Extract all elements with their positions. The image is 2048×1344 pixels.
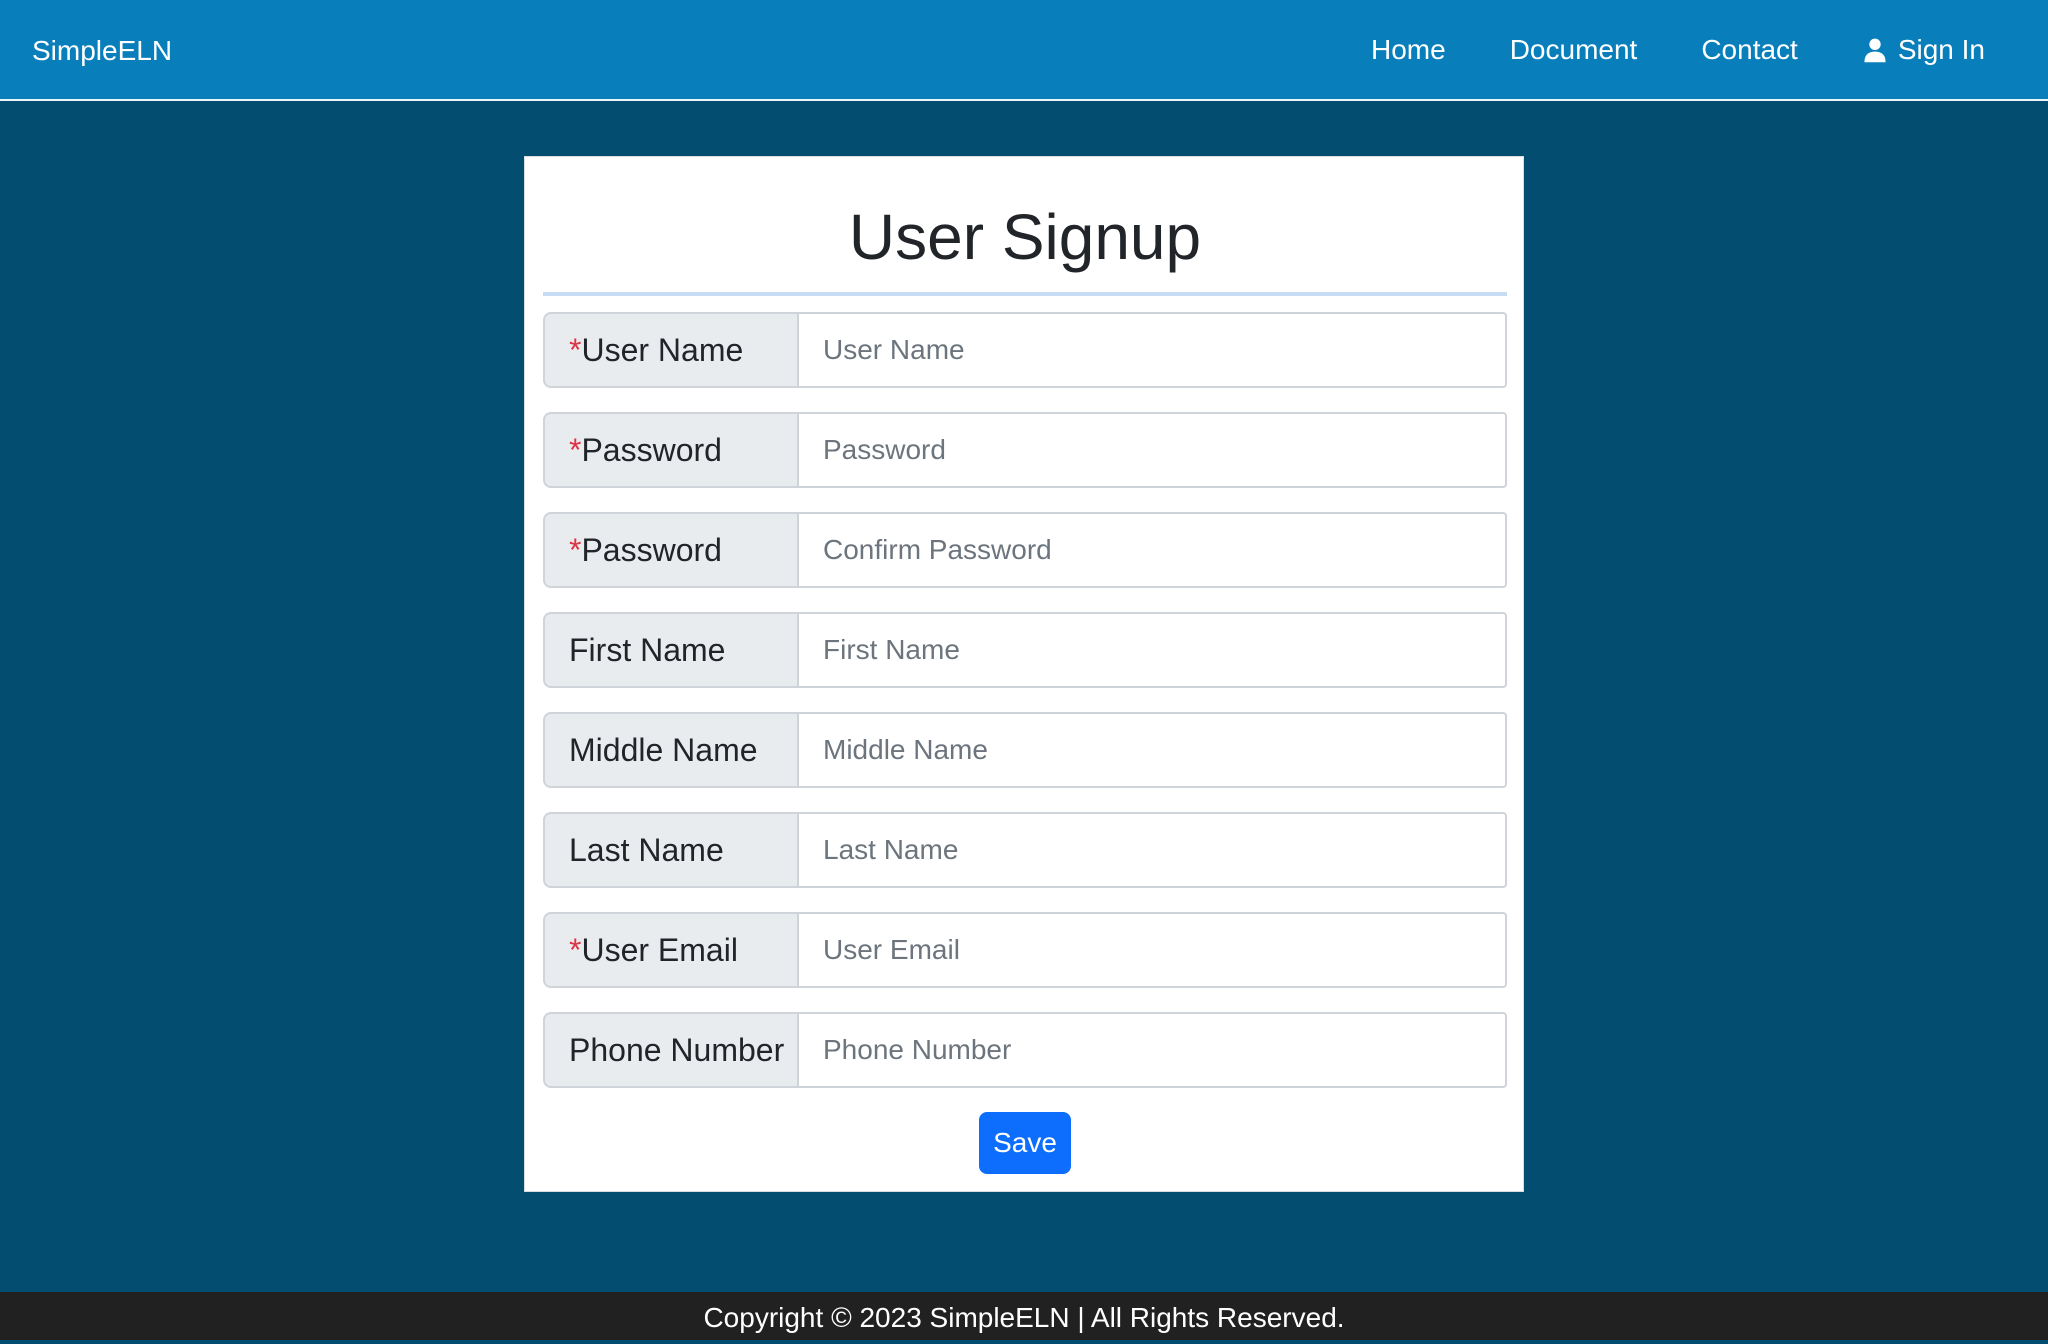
user-name-row: *User Name [543, 312, 1507, 388]
nav-link-sign-in[interactable]: Sign In [1862, 32, 1985, 68]
title-divider [543, 292, 1507, 296]
password-row: *Password [543, 412, 1507, 488]
middle-name-input[interactable] [797, 712, 1507, 788]
sign-in-label: Sign In [1897, 34, 1985, 65]
user-email-label: *User Email [543, 912, 797, 988]
nav-link-document[interactable]: Document [1510, 32, 1638, 68]
top-navbar: SimpleELN Home Document Contact Sign In [0, 0, 2048, 101]
user-email-input[interactable] [797, 912, 1507, 988]
middle-name-row: Middle Name [543, 712, 1507, 788]
password-input[interactable] [797, 412, 1507, 488]
confirm-password-row: *Password [543, 512, 1507, 588]
last-name-label: Last Name [543, 812, 797, 888]
nav-link-contact[interactable]: Contact [1701, 32, 1798, 68]
phone-number-row: Phone Number [543, 1012, 1507, 1088]
nav-links: Home Document Contact Sign In [1371, 32, 1985, 68]
required-marker: * [569, 432, 582, 468]
first-name-input[interactable] [797, 612, 1507, 688]
required-marker: * [569, 532, 582, 568]
user-email-row: *User Email [543, 912, 1507, 988]
page-title: User Signup [848, 201, 1202, 273]
brand-logo-link[interactable]: SimpleELN [32, 34, 172, 68]
nav-link-home[interactable]: Home [1371, 32, 1446, 68]
phone-number-input[interactable] [797, 1012, 1507, 1088]
user-icon [1864, 38, 1886, 63]
first-name-label: First Name [543, 612, 797, 688]
password-label: *Password [543, 412, 797, 488]
phone-number-label: Phone Number [543, 1012, 797, 1088]
middle-name-label: Middle Name [543, 712, 797, 788]
signup-card: User Signup *User Name *Password *Passwo… [524, 156, 1524, 1192]
first-name-row: First Name [543, 612, 1507, 688]
required-marker: * [569, 932, 582, 968]
user-name-input[interactable] [797, 312, 1507, 388]
last-name-input[interactable] [797, 812, 1507, 888]
confirm-password-input[interactable] [797, 512, 1507, 588]
save-button[interactable]: Save [979, 1112, 1071, 1174]
user-name-label: *User Name [543, 312, 797, 388]
last-name-row: Last Name [543, 812, 1507, 888]
required-marker: * [569, 332, 582, 368]
copyright-text: Copyright © 2023 SimpleELN | All Rights … [703, 1302, 1345, 1333]
confirm-password-label: *Password [543, 512, 797, 588]
footer: Copyright © 2023 SimpleELN | All Rights … [0, 1292, 2048, 1340]
